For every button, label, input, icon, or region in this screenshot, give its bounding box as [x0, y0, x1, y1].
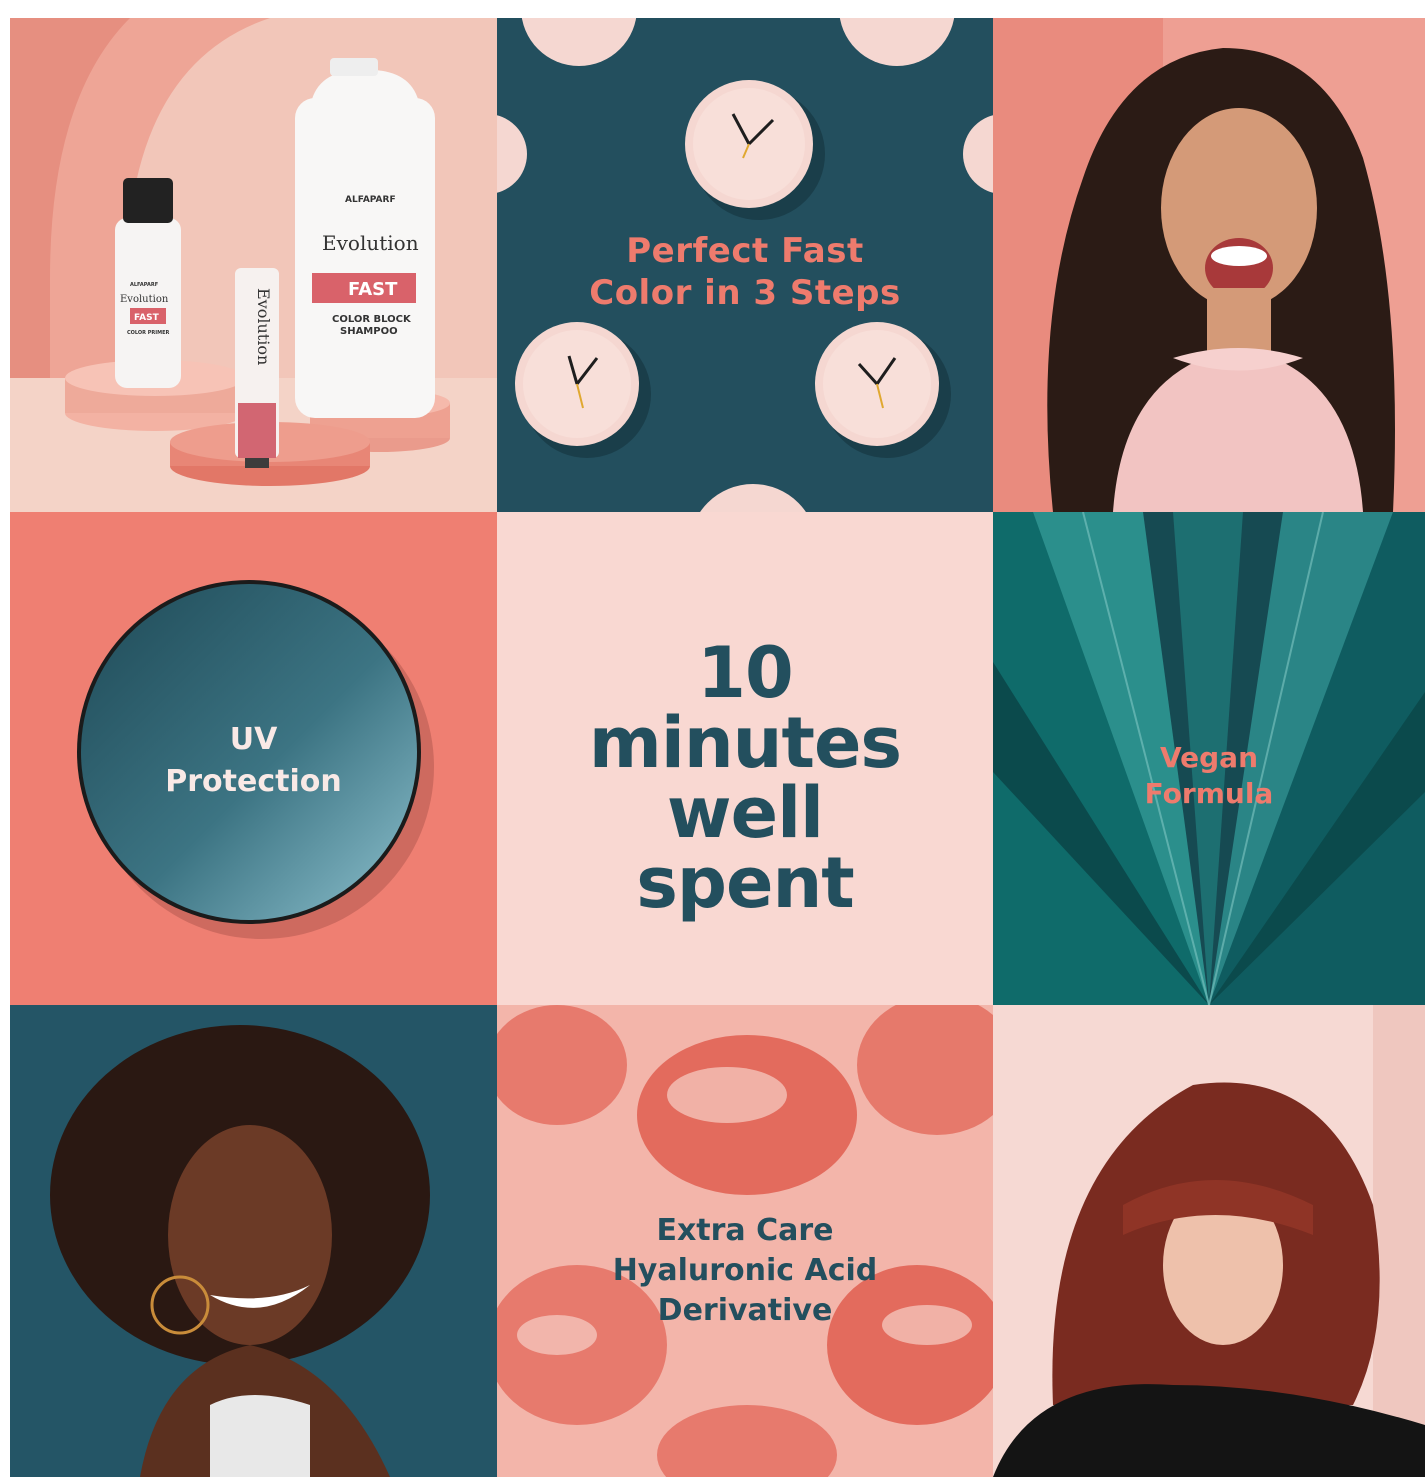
extra-care-headline: Extra Care Hyaluronic Acid Derivative: [612, 1213, 878, 1328]
red-hair-woman-illustration: [993, 1005, 1425, 1477]
minutes-tile: 10 minutes well spent: [497, 512, 993, 1005]
minutes-headline: 10 minutes well spent: [588, 632, 902, 924]
product-collage-grid: ALFAPARF Evolution FAST COLOR BLOCK SHAM…: [10, 18, 1425, 1477]
smiling-woman-illustration: [993, 18, 1425, 512]
clocks-headline: Perfect Fast Color in 3 Steps: [589, 231, 901, 313]
curly-hair-woman-photo: [10, 1005, 497, 1477]
vegan-tile: Vegan Formula: [993, 512, 1425, 1005]
uv-headline: UV Protection: [165, 722, 342, 799]
red-hair-woman-photo: [993, 1005, 1425, 1477]
products-illustration: [10, 18, 497, 512]
clocks-tile: Perfect Fast Color in 3 Steps: [497, 18, 993, 512]
smiling-woman-photo: [993, 18, 1425, 512]
extra-care-tile: Extra Care Hyaluronic Acid Derivative: [497, 1005, 993, 1477]
curly-hair-woman-illustration: [10, 1005, 497, 1477]
products-tile: ALFAPARF Evolution FAST COLOR BLOCK SHAM…: [10, 18, 497, 512]
vegan-headline: Vegan Formula: [1144, 741, 1274, 810]
uv-protection-tile: UV Protection: [10, 512, 497, 1005]
